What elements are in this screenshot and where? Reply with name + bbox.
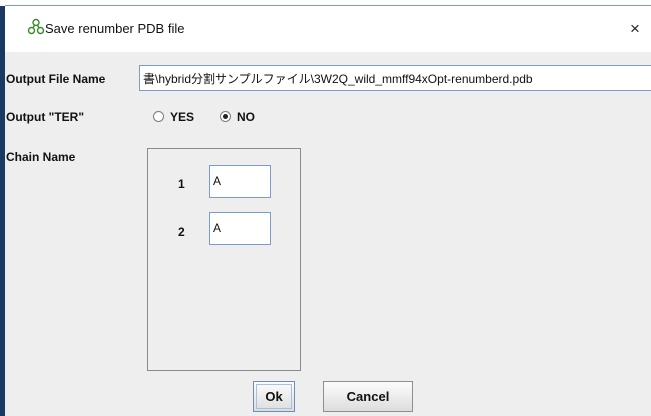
close-button[interactable]: × bbox=[619, 15, 651, 43]
chain-row-1-input[interactable]: A bbox=[209, 165, 271, 198]
close-icon: × bbox=[630, 19, 640, 38]
title-bar[interactable]: Save renumber PDB file × bbox=[5, 6, 651, 52]
radio-unselected-icon bbox=[153, 111, 164, 122]
chain-name-panel: 1 A 2 A bbox=[147, 148, 301, 371]
output-file-name-input[interactable]: 書\hybrid分割サンプルファイル\3W2Q_wild_mmff94xOpt-… bbox=[139, 65, 651, 91]
ok-button-label: Ok bbox=[256, 384, 292, 409]
network-nodes-icon bbox=[27, 18, 45, 36]
ter-no-radio[interactable]: NO bbox=[220, 109, 270, 125]
radio-selected-icon bbox=[220, 111, 231, 122]
ter-yes-radio[interactable]: YES bbox=[153, 109, 209, 125]
chain-row-2-number: 2 bbox=[178, 225, 185, 239]
chain-name-label: Chain Name bbox=[6, 150, 76, 164]
chain-row-2-input[interactable]: A bbox=[209, 212, 271, 245]
ter-yes-label: YES bbox=[170, 110, 195, 124]
chain-row-1-number: 1 bbox=[178, 177, 185, 191]
save-renumber-dialog: Save renumber PDB file × Output File Nam… bbox=[5, 6, 651, 416]
ter-no-label: NO bbox=[237, 110, 255, 124]
output-ter-label: Output "TER" bbox=[6, 110, 85, 124]
cancel-button[interactable]: Cancel bbox=[323, 381, 413, 412]
dialog-title: Save renumber PDB file bbox=[45, 21, 185, 36]
output-file-name-label: Output File Name bbox=[6, 72, 106, 86]
ok-button[interactable]: Ok bbox=[253, 381, 295, 412]
